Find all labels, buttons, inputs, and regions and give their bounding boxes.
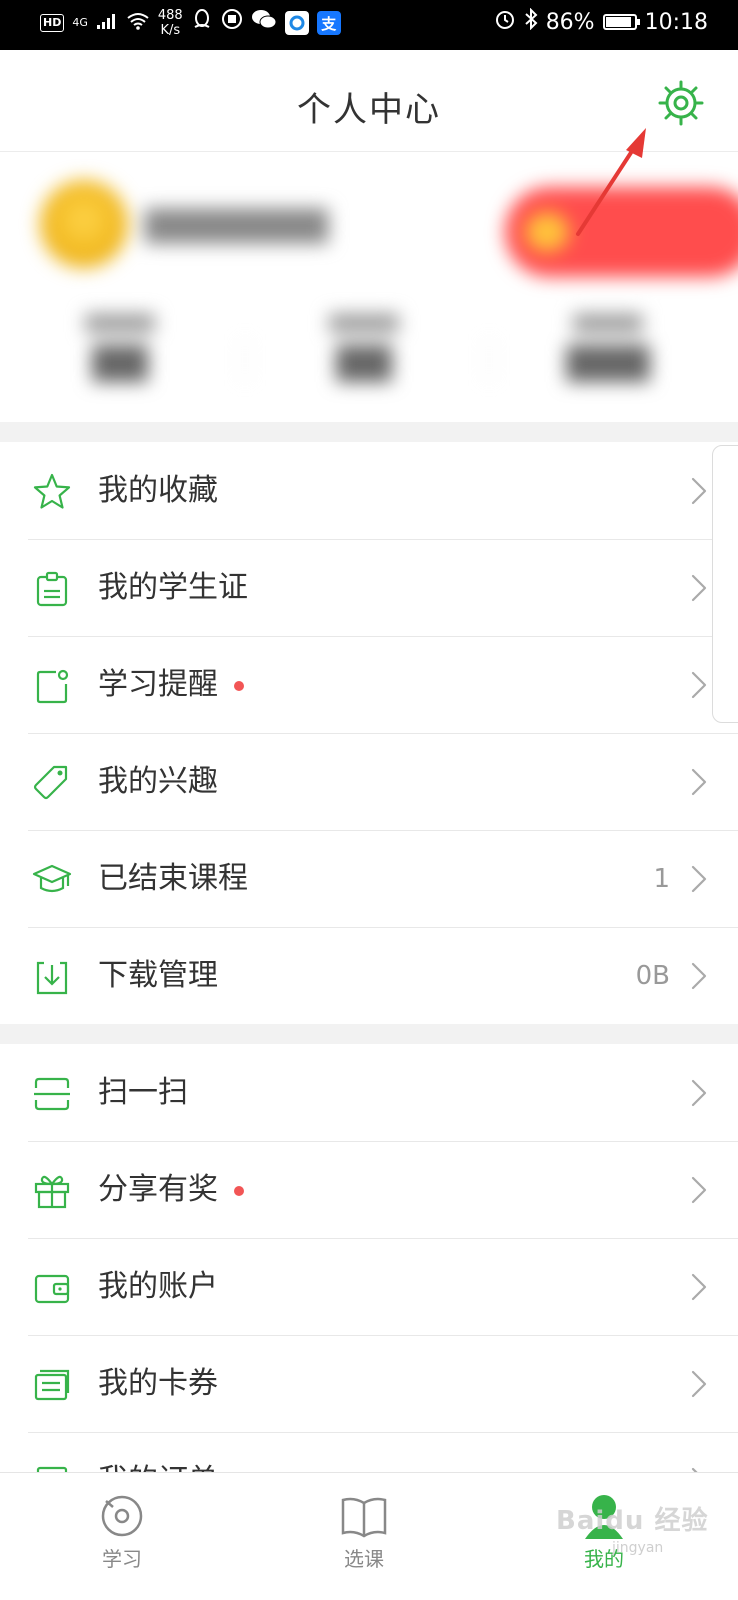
stat-3[interactable]: ▇▇▇▇▇ ▇▇▇ — [528, 312, 688, 382]
menu-item-label: 我的兴趣 — [98, 764, 218, 799]
notification-dot — [234, 1186, 244, 1196]
menu-item-label: 我的卡券 — [98, 1366, 218, 1401]
menu-item-reminder[interactable]: 学习提醒 — [0, 636, 738, 733]
tab-label: 选课 — [344, 1547, 384, 1571]
menu-item-gift[interactable]: 分享有奖 — [0, 1141, 738, 1238]
menu-item-scan[interactable]: 扫一扫 — [0, 1044, 738, 1141]
chevron-right-icon — [691, 1079, 707, 1107]
tag-icon — [33, 765, 68, 800]
menu-item-student-card[interactable]: 我的学生证 — [0, 539, 738, 636]
watermark: Baidu 经验 — [556, 1506, 709, 1536]
stats-row: ▇▇▇▇▇ ▇▇ ▇▇▇▇▇ ▇▇ ▇▇▇▇▇ ▇▇▇ — [0, 312, 738, 402]
hd-indicator: HD — [40, 14, 65, 32]
alipay-icon: 支 — [316, 11, 341, 35]
menu-item-label: 分享有奖 — [98, 1172, 218, 1207]
signal-icon — [96, 8, 118, 38]
chevron-right-icon — [691, 477, 707, 505]
gear-icon — [658, 80, 704, 126]
avatar[interactable] — [40, 180, 128, 268]
profile-card: ▇▇▇▇▇▇▇ ▇▇▇▇▇ ▇▇ ▇▇▇▇▇ ▇▇ ▇▇▇▇▇ ▇▇▇ — [0, 152, 738, 422]
wallet-icon — [34, 1274, 70, 1304]
coupon-icon — [34, 1369, 70, 1401]
qq-icon — [191, 8, 213, 38]
wechat-icon — [251, 8, 277, 38]
network-type: 4G — [72, 16, 88, 29]
status-right: 86% 10:18 — [494, 7, 708, 36]
gift-icon — [34, 1175, 70, 1209]
chevron-right-icon — [691, 1273, 707, 1301]
reminder-icon — [36, 669, 69, 704]
battery-icon — [602, 14, 640, 30]
chevron-right-icon — [691, 865, 707, 893]
chevron-right-icon — [691, 574, 707, 602]
chevron-right-icon — [691, 1370, 707, 1398]
menu-item-label: 我的账户 — [98, 1269, 218, 1304]
battery-fill — [605, 17, 632, 27]
chevron-right-icon — [691, 962, 707, 990]
section-gap — [0, 422, 738, 442]
menu-item-graduation-cap[interactable]: 已结束课程 1 — [0, 830, 738, 927]
settings-button[interactable] — [654, 76, 708, 130]
chevron-right-icon — [691, 1176, 707, 1204]
menu-item-order[interactable]: 我的订单 — [0, 1432, 738, 1472]
username: ▇▇▇▇▇▇▇ — [145, 204, 329, 244]
speed-value: 488 — [157, 8, 183, 23]
download-icon — [36, 961, 68, 995]
study-icon — [101, 1495, 143, 1537]
status-left: HD 4G 488 K/s 支 — [40, 8, 341, 38]
student-card-icon — [36, 571, 68, 607]
stat-divider — [244, 340, 246, 380]
edge-panel-handle[interactable] — [712, 445, 738, 723]
notification-dot — [234, 681, 244, 691]
stat-divider — [488, 340, 490, 380]
menu-item-label: 我的收藏 — [98, 473, 218, 508]
browser-icon — [284, 11, 309, 35]
order-icon — [36, 1466, 68, 1472]
bluetooth-icon — [524, 7, 538, 36]
stat-1[interactable]: ▇▇▇▇▇ ▇▇ — [40, 312, 200, 382]
scan-icon — [34, 1077, 70, 1111]
battery-percent: 86% — [545, 9, 595, 35]
menu-item-label: 扫一扫 — [98, 1075, 188, 1110]
menu-item-coupon[interactable]: 我的卡券 — [0, 1335, 738, 1432]
menu-item-label: 我的订单 — [98, 1462, 218, 1472]
menu-item-label: 我的学生证 — [98, 570, 248, 605]
header: 个人中心 — [0, 50, 738, 152]
watermark-sub: jingyan — [612, 1540, 664, 1556]
vip-badge-icon — [525, 212, 569, 252]
chevron-right-icon — [691, 671, 707, 699]
speed-unit: K/s — [160, 23, 181, 38]
stat-2[interactable]: ▇▇▇▇▇ ▇▇ — [284, 312, 444, 382]
menu-item-label: 已结束课程 — [98, 861, 248, 896]
tab-label: 学习 — [102, 1547, 142, 1571]
menu-item-wallet[interactable]: 我的账户 — [0, 1238, 738, 1335]
graduation-cap-icon — [32, 864, 72, 893]
clock: 10:18 — [644, 9, 708, 35]
page-title: 个人中心 — [297, 90, 441, 130]
tab-study[interactable]: 学习 — [42, 1473, 202, 1600]
status-bar: HD 4G 488 K/s 支 86% 10:18 — [0, 0, 738, 50]
menu-item-label: 学习提醒 — [98, 667, 218, 702]
menu-group-2: 扫一扫分享有奖我的账户我的卡券我的订单 — [0, 1044, 738, 1472]
star-icon — [33, 473, 71, 509]
section-gap — [0, 1024, 738, 1044]
menu-item-star[interactable]: 我的收藏 — [0, 442, 738, 539]
menu-item-value: 0B — [635, 961, 670, 991]
alarm-icon — [494, 8, 516, 36]
menu-item-value: 1 — [653, 864, 670, 894]
tab-courses[interactable]: 选课 — [284, 1473, 444, 1600]
menu-group-1: 我的收藏我的学生证学习提醒我的兴趣已结束课程 1 下载管理 0B — [0, 442, 738, 1024]
menu-item-download[interactable]: 下载管理 0B — [0, 927, 738, 1024]
wifi-icon — [126, 8, 150, 38]
chevron-right-icon — [691, 768, 707, 796]
network-speed: 488 K/s — [158, 8, 183, 38]
book-icon — [341, 1497, 387, 1538]
menu-item-tag[interactable]: 我的兴趣 — [0, 733, 738, 830]
vpn-icon — [221, 8, 243, 38]
menu-item-label: 下载管理 — [98, 958, 218, 993]
